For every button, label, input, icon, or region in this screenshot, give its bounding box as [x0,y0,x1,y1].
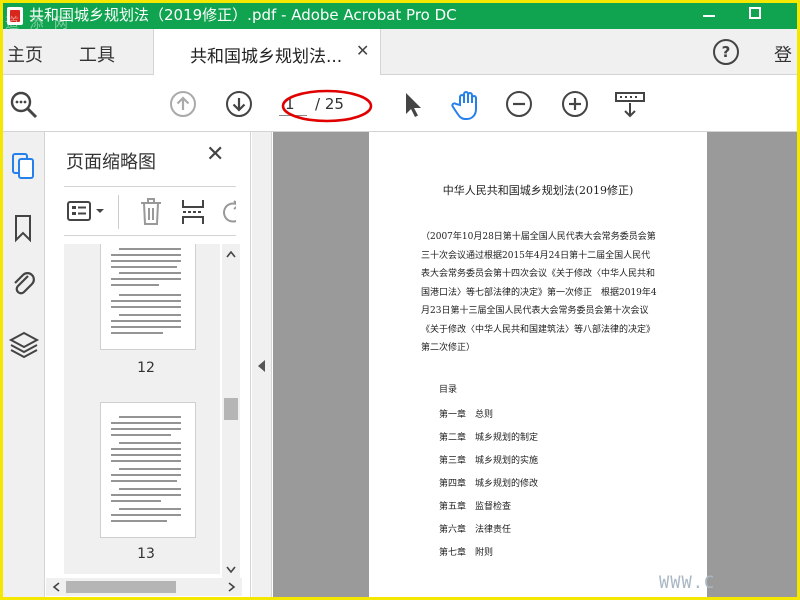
red-annotation-ellipse [281,89,373,123]
minimize-button[interactable] [703,15,715,17]
scrollbar-thumb[interactable] [224,398,238,420]
thumbnail-toolbar [64,186,236,236]
main-toolbar: 1 / 25 [3,76,797,132]
rotate-page-icon[interactable] [220,199,236,225]
toc-item: 第二章 城乡规划的制定 [439,433,539,443]
thumbnail-page-number: 13 [137,546,155,562]
document-tab-label: 共和国城乡规划法... [190,47,343,67]
page-thumbnails-icon[interactable] [3,146,45,188]
document-preamble: （2007年10月28日第十届全国人民代表大会常务委员会第三十次会议通过根据20… [421,232,657,353]
close-panel-icon[interactable]: ✕ [206,142,224,167]
tab-home[interactable]: 主页 [7,41,43,67]
sign-in-link[interactable]: 登 [774,41,792,67]
scroll-down-icon[interactable] [226,566,236,574]
toolbar-divider [118,195,119,229]
hand-icon[interactable] [451,89,485,125]
thumbnail-options-icon[interactable] [66,199,110,229]
left-navigation-pane [3,132,45,597]
collapse-panel-handle[interactable] [252,132,272,597]
document-view: 中华人民共和国城乡规划法(2019修正) （2007年10月28日第十届全国人民… [273,132,797,597]
toc-item: 第一章 总则 [439,410,494,420]
thumbnail-list: 12 13 [64,244,220,574]
page-text-preview [111,416,181,522]
tab-tools[interactable]: 工具 [79,41,115,67]
attachment-icon[interactable] [3,262,45,304]
watermark-url: WWW.C [659,573,716,593]
scroll-right-icon[interactable] [228,582,236,592]
close-tab-icon[interactable]: ✕ [356,41,369,60]
page-thumbnails-panel: 页面缩略图 ✕ 12 13 [46,132,251,597]
zoom-in-icon[interactable] [561,90,589,122]
maximize-button[interactable] [749,7,761,19]
extract-page-icon[interactable] [180,197,206,231]
toc-item: 第五章 监督检查 [439,502,512,512]
toc-item: 第四章 城乡规划的修改 [439,479,539,489]
window-title: 共和国城乡规划法（2019修正）.pdf - Adobe Acrobat Pro… [29,6,457,24]
layers-icon[interactable] [3,324,45,366]
page-up-icon[interactable] [169,90,197,122]
thumbnail-page-number: 12 [137,360,155,376]
pdf-page: 中华人民共和国城乡规划法(2019修正) （2007年10月28日第十届全国人民… [369,132,707,597]
scroll-up-icon[interactable] [226,250,236,258]
page-down-icon[interactable] [225,90,253,122]
thumbnail-page-12[interactable] [100,244,196,350]
select-cursor-icon[interactable] [401,90,425,124]
zoom-out-icon[interactable] [505,90,533,122]
toc-item: 第三章 城乡规划的实施 [439,456,539,466]
thumbnail-horizontal-scrollbar[interactable] [46,578,242,596]
thumbnail-page-13[interactable] [100,402,196,538]
document-title: 中华人民共和国城乡规划法(2019修正) [442,184,634,197]
panel-title: 页面缩略图 [66,152,156,173]
scroll-left-icon[interactable] [52,582,60,592]
toc-item: 第六章 法律责任 [439,525,512,535]
help-icon[interactable]: ? [713,39,739,65]
tab-document[interactable]: 共和国城乡规划法... ✕ [153,29,381,75]
scan-icon[interactable] [613,90,647,124]
acrobat-window: 共和国城乡规划法（2019修正）.pdf - Adobe Acrobat Pro… [3,3,797,597]
delete-page-icon[interactable] [138,197,164,231]
search-zoom-icon[interactable] [9,90,39,124]
toc-heading: 目录 [439,385,458,395]
page-text-preview [111,248,181,334]
toc-item: 第七章 附则 [439,548,494,558]
thumbnail-vertical-scrollbar[interactable] [222,244,240,578]
scrollbar-thumb[interactable] [66,581,176,593]
title-bar: 共和国城乡规划法（2019修正）.pdf - Adobe Acrobat Pro… [3,3,797,32]
bookmark-icon[interactable] [3,208,45,250]
tab-bar: 主页 工具 共和国城乡规划法... ✕ ? 登 [3,29,797,75]
collapse-arrow-icon [258,360,265,372]
